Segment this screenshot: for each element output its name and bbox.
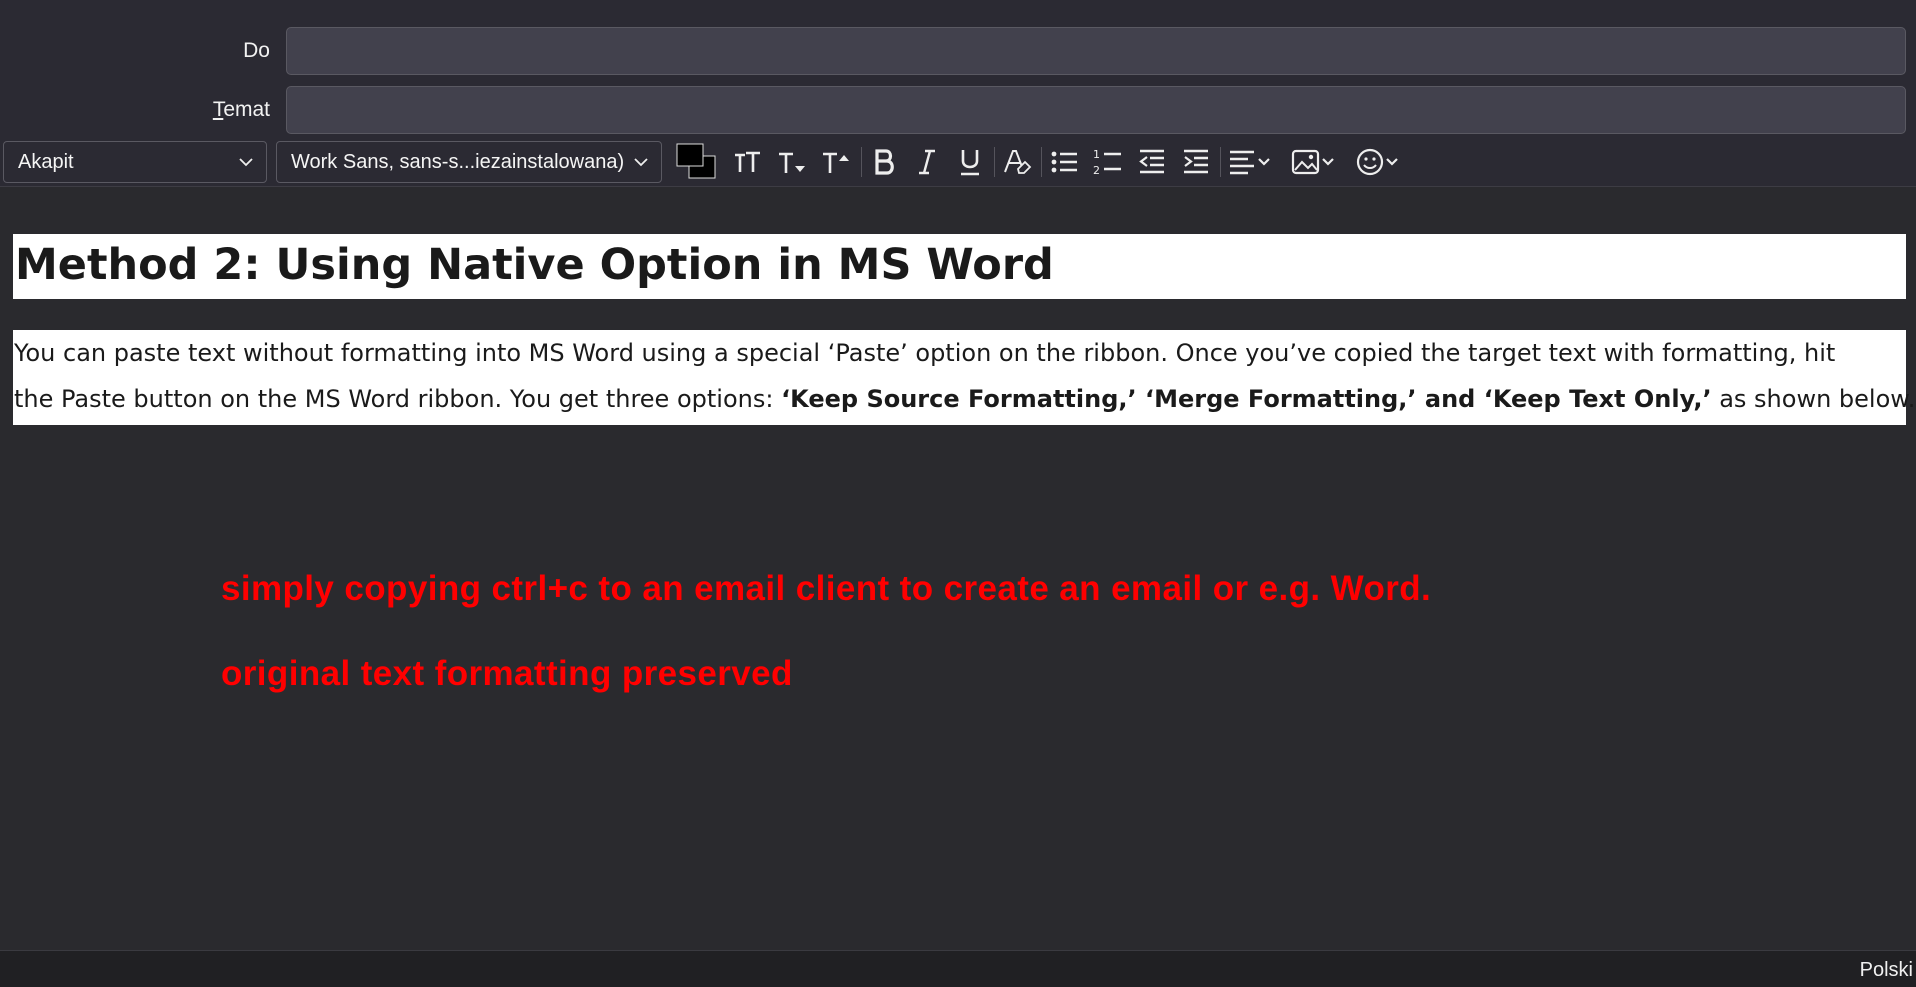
language-indicator[interactable]: Polski: [1860, 959, 1913, 982]
paragraph-line-1: You can paste text without formatting in…: [14, 339, 1836, 367]
svg-text:1: 1: [1093, 148, 1100, 161]
insert-image-button[interactable]: [1290, 143, 1340, 181]
paragraph-style-select[interactable]: Akapit: [3, 141, 267, 183]
note-line-2: original text formatting preserved: [221, 654, 793, 693]
numbered-list-icon: 1 2: [1093, 148, 1121, 177]
clear-formatting-icon: [1004, 150, 1032, 174]
chevron-down-icon: [634, 158, 648, 167]
underline-button[interactable]: [952, 143, 988, 181]
font-size-icon: [735, 151, 760, 172]
align-menu-button[interactable]: [1226, 143, 1276, 181]
increase-indent-button[interactable]: [1178, 143, 1214, 181]
decrease-indent-icon: [1139, 149, 1164, 174]
toolbar-separator: [994, 147, 995, 177]
italic-icon: [919, 149, 935, 175]
decrease-indent-button[interactable]: [1134, 143, 1170, 181]
toolbar-separator: [1220, 147, 1221, 177]
article-paragraph: You can paste text without formatting in…: [13, 330, 1915, 425]
message-body-editor[interactable]: Method 2: Using Native Option in MS Word…: [0, 187, 1916, 950]
subject-row: Temat: [0, 86, 1916, 134]
emoji-button[interactable]: [1354, 143, 1404, 181]
note-line-1: simply copying ctrl+c to an email client…: [221, 569, 1432, 608]
toolbar-separator: [861, 147, 862, 177]
status-bar: Polski: [0, 950, 1916, 987]
paragraph-line-2-start: the Paste button on the MS Word ribbon. …: [14, 385, 782, 413]
insert-image-icon: [1291, 149, 1334, 175]
align-icon: [1230, 150, 1270, 175]
bulleted-list-button[interactable]: [1047, 143, 1083, 181]
subject-label: Temat: [0, 98, 270, 122]
font-family-value: Work Sans, sans-s...iezainstalowana): [291, 151, 625, 173]
increase-indent-icon: [1184, 149, 1208, 174]
paragraph-style-value: Akapit: [18, 151, 74, 173]
paragraph-line-2-bold: ‘Keep Source Formatting,’ ‘Merge Formatt…: [781, 385, 1712, 413]
toolbar-separator: [1041, 147, 1042, 177]
increase-font-size-icon: [823, 152, 849, 173]
font-size-button[interactable]: [730, 143, 766, 181]
bulleted-list-icon: [1051, 151, 1077, 173]
clear-formatting-button[interactable]: [999, 143, 1035, 181]
paragraph-line-2-end: as shown below.: [1711, 385, 1916, 413]
italic-button[interactable]: [909, 143, 945, 181]
text-color-picker[interactable]: [674, 143, 720, 181]
subject-label-accel: T: [212, 98, 224, 121]
article-heading: Method 2: Using Native Option in MS Word: [13, 234, 1906, 299]
decrease-font-button[interactable]: [774, 143, 810, 181]
subject-field[interactable]: [286, 86, 1906, 134]
bold-button[interactable]: [866, 143, 902, 181]
decrease-font-size-icon: [779, 152, 805, 173]
subject-label-rest: emat: [223, 98, 270, 121]
emoji-icon: [1356, 148, 1398, 176]
bold-icon: [875, 149, 894, 175]
underline-icon: [961, 150, 979, 176]
font-family-select[interactable]: Work Sans, sans-s...iezainstalowana): [276, 141, 662, 183]
to-label: Do: [243, 39, 270, 62]
increase-font-button[interactable]: [818, 143, 854, 181]
to-field[interactable]: [286, 27, 1906, 75]
format-toolbar: Akapit Work Sans, sans-s...iezainstalowa…: [0, 139, 1916, 183]
numbered-list-button[interactable]: 1 2: [1090, 143, 1126, 181]
compose-header: Do Temat Akapit Work Sans, sans-s...ieza…: [0, 0, 1916, 186]
paragraph-line-2: the Paste button on the MS Word ribbon. …: [14, 376, 1915, 422]
color-swatch-icon: [676, 143, 716, 179]
to-row: Do: [0, 27, 1916, 75]
svg-text:2: 2: [1093, 164, 1100, 177]
chevron-down-icon: [239, 158, 253, 167]
